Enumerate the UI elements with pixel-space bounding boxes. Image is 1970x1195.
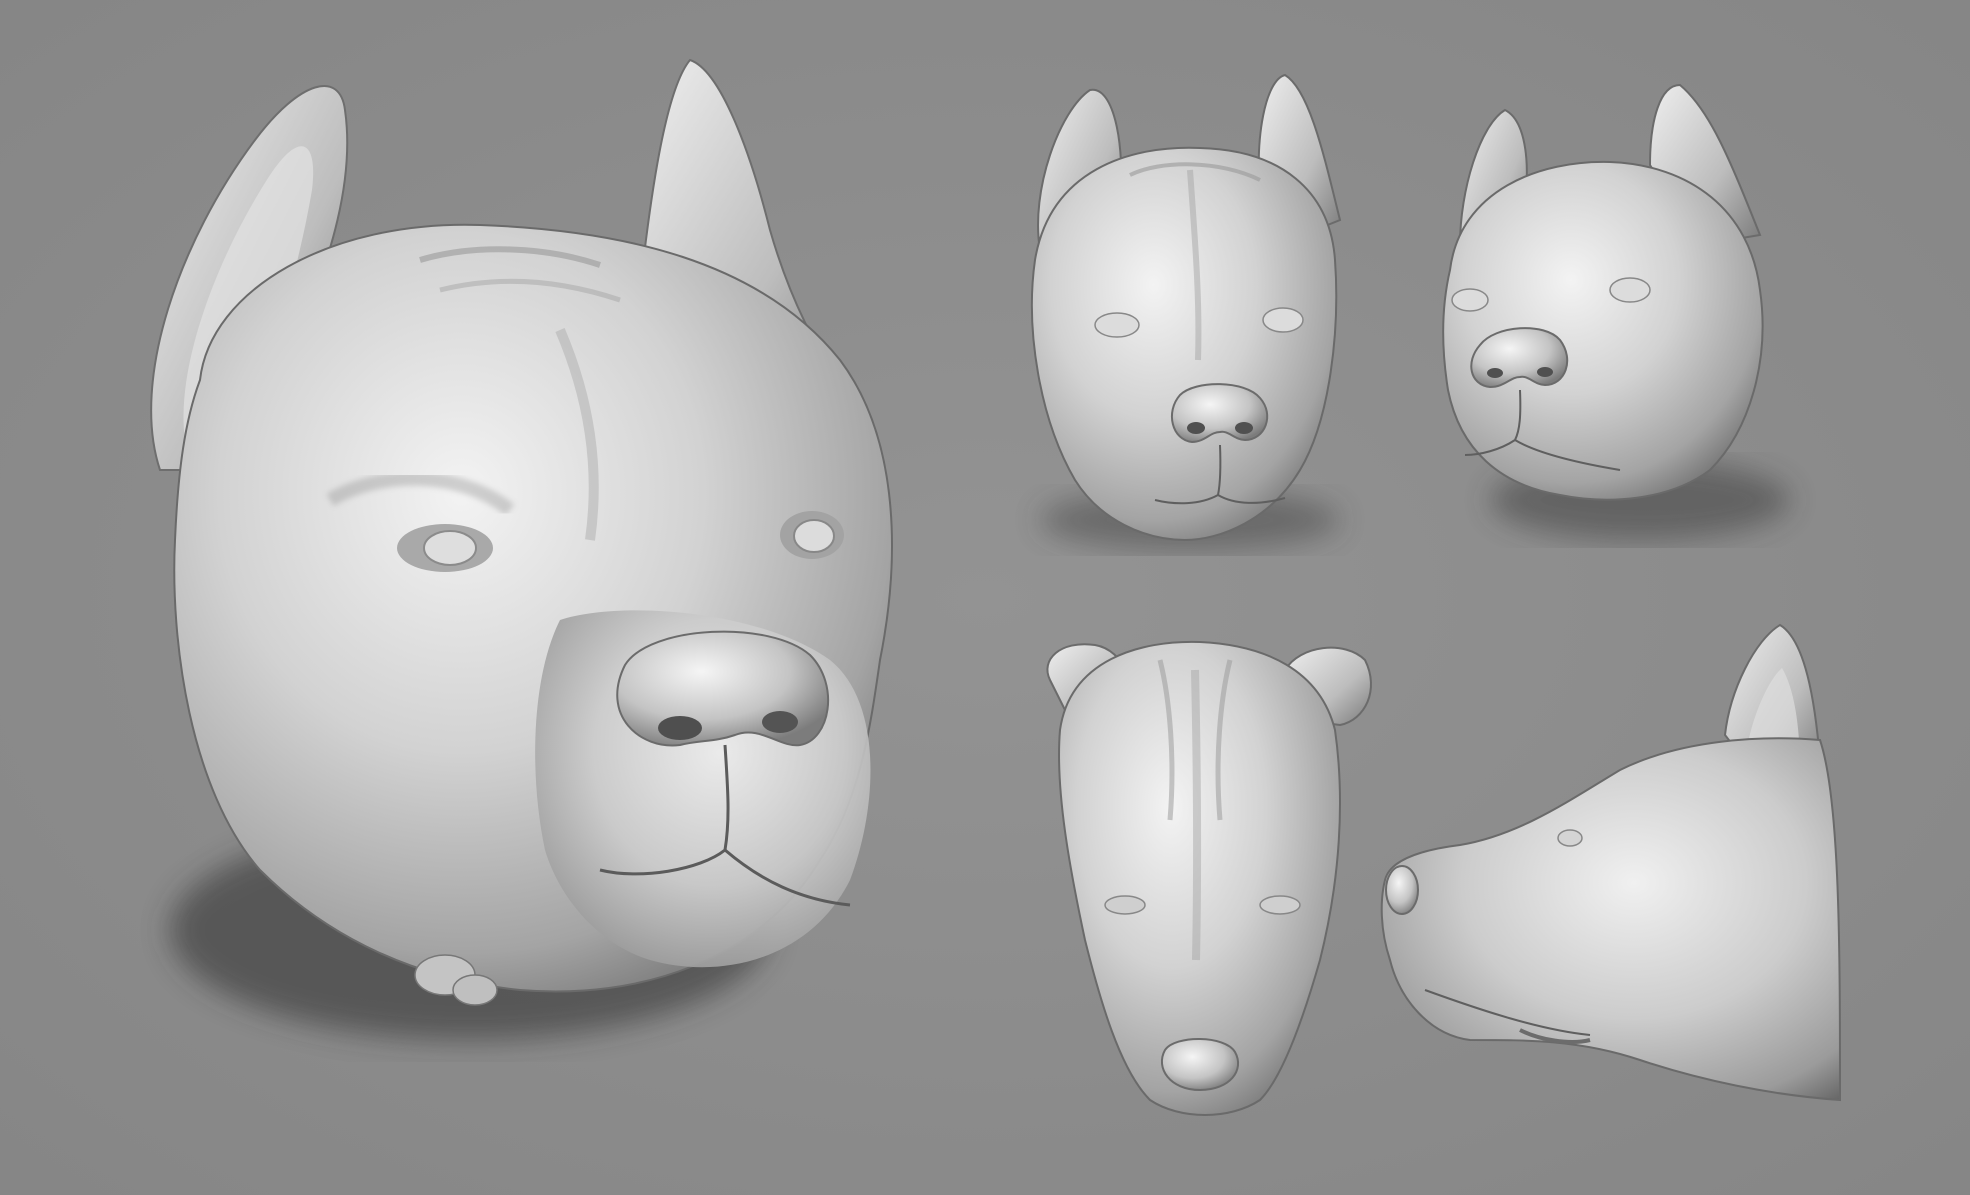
render-viewport: [0, 0, 1970, 1195]
render-canvas: [0, 0, 1970, 1195]
